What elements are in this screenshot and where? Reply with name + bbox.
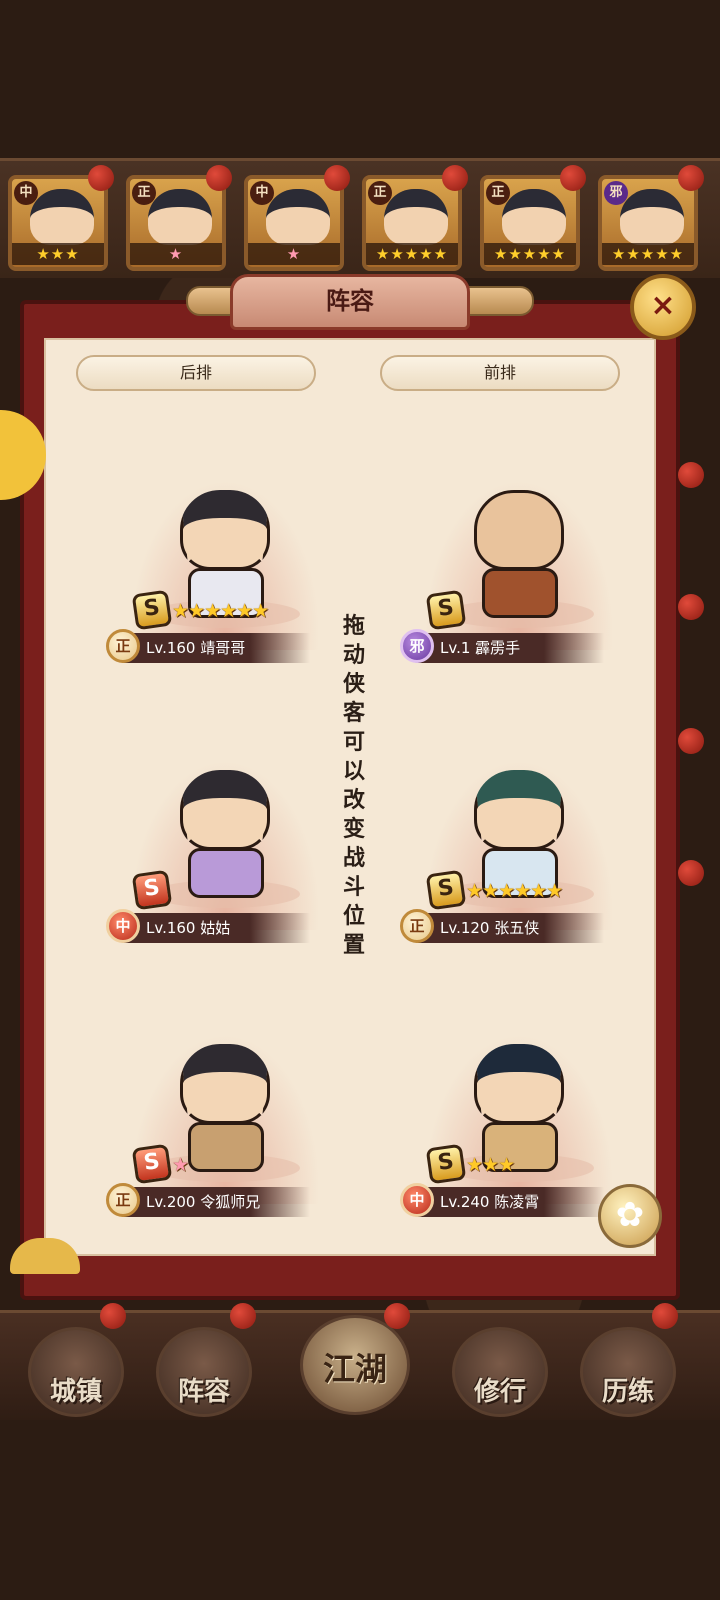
hero-figure xyxy=(180,770,270,850)
nav-jianghu-button[interactable]: 江湖 xyxy=(300,1315,410,1415)
formation-swap-button[interactable]: ✿ xyxy=(598,1184,662,1248)
notification-dot xyxy=(678,594,704,620)
star-rating: ★ xyxy=(248,243,340,265)
hero-body xyxy=(188,848,264,898)
nav-label: 阵容 xyxy=(177,1377,230,1407)
faction-badge: 中 xyxy=(106,909,140,943)
notification-dot xyxy=(678,462,704,488)
nav-label: 历练 xyxy=(601,1377,654,1407)
star-rating: ★★★ xyxy=(12,243,104,265)
hero-level-name: Lv.160 姑姑 xyxy=(110,913,310,943)
drag-hint-text: 拖动侠客可以改变战斗位置 xyxy=(342,614,365,958)
faction-badge: 中 xyxy=(250,181,274,205)
nav-label: 城镇 xyxy=(49,1377,102,1407)
nav-training-button[interactable]: 历练 xyxy=(580,1327,676,1417)
notification-dot xyxy=(560,165,586,191)
notification-dot xyxy=(206,165,232,191)
hero-portrait xyxy=(384,189,448,245)
faction-badge: 正 xyxy=(106,629,140,663)
star-rating: ★★★★★★ xyxy=(172,600,269,622)
hero-level-name: Lv.120 张五侠 xyxy=(404,913,604,943)
close-icon: × xyxy=(650,288,676,323)
hero-figure xyxy=(180,1044,270,1124)
hero-slot-front-3[interactable]: S ★★★ 中 Lv.240 陈凌霄 xyxy=(400,1004,634,1234)
notification-dot xyxy=(678,728,704,754)
hero-portrait xyxy=(148,189,212,245)
faction-badge: 正 xyxy=(106,1183,140,1217)
back-row-label: 后排 xyxy=(76,355,316,391)
notification-dot xyxy=(384,1303,410,1329)
rank-badge: S xyxy=(425,589,467,631)
hero-slot-front-2[interactable]: S ★★★★★★ 正 Lv.120 张五侠 xyxy=(400,730,634,960)
star-rating: ★★★★★ xyxy=(484,243,576,265)
hero-slot-back-1[interactable]: S ★★★★★★ 正 Lv.160 靖哥哥 xyxy=(106,450,340,680)
nav-label: 修行 xyxy=(473,1377,526,1407)
faction-badge: 邪 xyxy=(604,181,628,205)
roster-hero-card[interactable]: 邪 ★★★★★ xyxy=(598,175,698,271)
notification-dot xyxy=(678,860,704,886)
star-rating: ★ xyxy=(172,1154,189,1176)
hero-body xyxy=(188,1122,264,1172)
nav-lineup-button[interactable]: 阵容 xyxy=(156,1327,252,1417)
rank-badge: S xyxy=(425,1143,467,1185)
star-rating: ★ xyxy=(130,243,222,265)
hero-level-name: Lv.1 霹雳手 xyxy=(404,633,604,663)
hero-portrait xyxy=(502,189,566,245)
faction-badge: 正 xyxy=(132,181,156,205)
hero-figure xyxy=(474,490,564,570)
hero-body xyxy=(482,568,558,618)
hero-level-name: Lv.200 令狐师兄 xyxy=(110,1187,310,1217)
star-rating: ★★★ xyxy=(466,1154,515,1176)
roster-hero-card[interactable]: 中 ★★★ xyxy=(8,175,108,271)
hero-figure xyxy=(180,490,270,570)
faction-badge: 正 xyxy=(486,181,510,205)
bottom-navigation: 城镇 阵容 江湖 修行 历练 xyxy=(0,1303,720,1420)
star-rating: ★★★★★ xyxy=(602,243,694,265)
faction-badge: 邪 xyxy=(400,629,434,663)
rank-badge: S xyxy=(131,589,173,631)
star-rating: ★★★★★ xyxy=(366,243,458,265)
faction-badge: 中 xyxy=(400,1183,434,1217)
hero-portrait xyxy=(266,189,330,245)
hero-portrait xyxy=(30,189,94,245)
hero-roster-strip: 中 ★★★ 正 ★ 中 ★ 正 ★★★★★ 正 ★★★★★ 邪 ★★★★★ xyxy=(0,158,720,278)
close-button[interactable]: × xyxy=(630,274,696,340)
faction-badge: 中 xyxy=(14,181,38,205)
hero-level-name: Lv.160 靖哥哥 xyxy=(110,633,310,663)
roster-hero-card[interactable]: 中 ★ xyxy=(244,175,344,271)
front-row-label: 前排 xyxy=(380,355,620,391)
hero-slot-back-3[interactable]: S ★ 正 Lv.200 令狐师兄 xyxy=(106,1004,340,1234)
hero-figure xyxy=(474,1044,564,1124)
nav-cultivate-button[interactable]: 修行 xyxy=(452,1327,548,1417)
hero-slot-front-1[interactable]: S 邪 Lv.1 霹雳手 xyxy=(400,450,634,680)
notification-dot xyxy=(652,1303,678,1329)
star-rating: ★★★★★★ xyxy=(466,880,563,902)
faction-badge: 正 xyxy=(368,181,392,205)
roster-hero-card[interactable]: 正 ★★★★★ xyxy=(480,175,580,271)
rank-badge: S xyxy=(131,1143,173,1185)
nav-town-button[interactable]: 城镇 xyxy=(28,1327,124,1417)
faction-badge: 正 xyxy=(400,909,434,943)
notification-dot xyxy=(100,1303,126,1329)
hero-level-name: Lv.240 陈凌霄 xyxy=(404,1187,604,1217)
hero-slot-back-2[interactable]: S 中 Lv.160 姑姑 xyxy=(106,730,340,960)
panel-title: 阵容 xyxy=(230,274,470,330)
hero-portrait xyxy=(620,189,684,245)
notification-dot xyxy=(88,165,114,191)
notification-dot xyxy=(678,165,704,191)
notification-dot xyxy=(230,1303,256,1329)
flower-icon: ✿ xyxy=(615,1195,645,1235)
rank-badge: S xyxy=(425,869,467,911)
roster-hero-card[interactable]: 正 ★★★★★ xyxy=(362,175,462,271)
notification-dot xyxy=(442,165,468,191)
hero-figure xyxy=(474,770,564,850)
nav-label: 江湖 xyxy=(322,1350,387,1388)
notification-dot xyxy=(324,165,350,191)
roster-hero-card[interactable]: 正 ★ xyxy=(126,175,226,271)
rank-badge: S xyxy=(131,869,173,911)
